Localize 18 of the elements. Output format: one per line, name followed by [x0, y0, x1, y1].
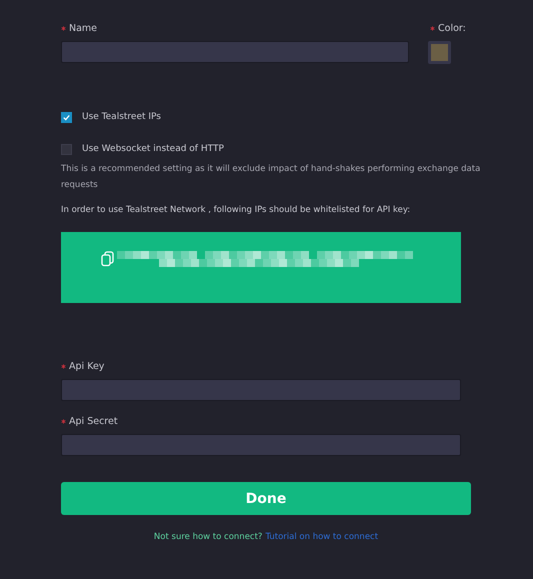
tutorial-link[interactable]: Tutorial on how to connect [265, 532, 378, 542]
ip-notice: In order to use Tealstreet Network , following IPs should be whitelisted for API key: [61, 205, 412, 215]
field-label: Api Secret [69, 416, 118, 426]
checkbox[interactable] [61, 112, 72, 122]
hint-text: This is a recommended setting as it will exclude impact of hand-shakes performing exchange data requests [61, 163, 481, 192]
copy-icon[interactable] [101, 251, 115, 267]
field-label: Api Key [69, 360, 104, 372]
field-label: Color: [438, 22, 466, 34]
help-question: Not sure how to connect? [154, 532, 262, 542]
input-field[interactable] [61, 434, 461, 456]
input-field[interactable] [61, 379, 461, 401]
name-field[interactable] [61, 41, 409, 63]
field-label: Name [69, 22, 98, 34]
checkbox-label: Use Tealstreet IPs [82, 112, 161, 122]
checkbox[interactable] [61, 144, 72, 154]
color-swatch[interactable] [428, 41, 451, 64]
checkbox-label: Use Websocket instead of HTTP [82, 144, 224, 154]
done-button[interactable]: Done [61, 482, 471, 515]
